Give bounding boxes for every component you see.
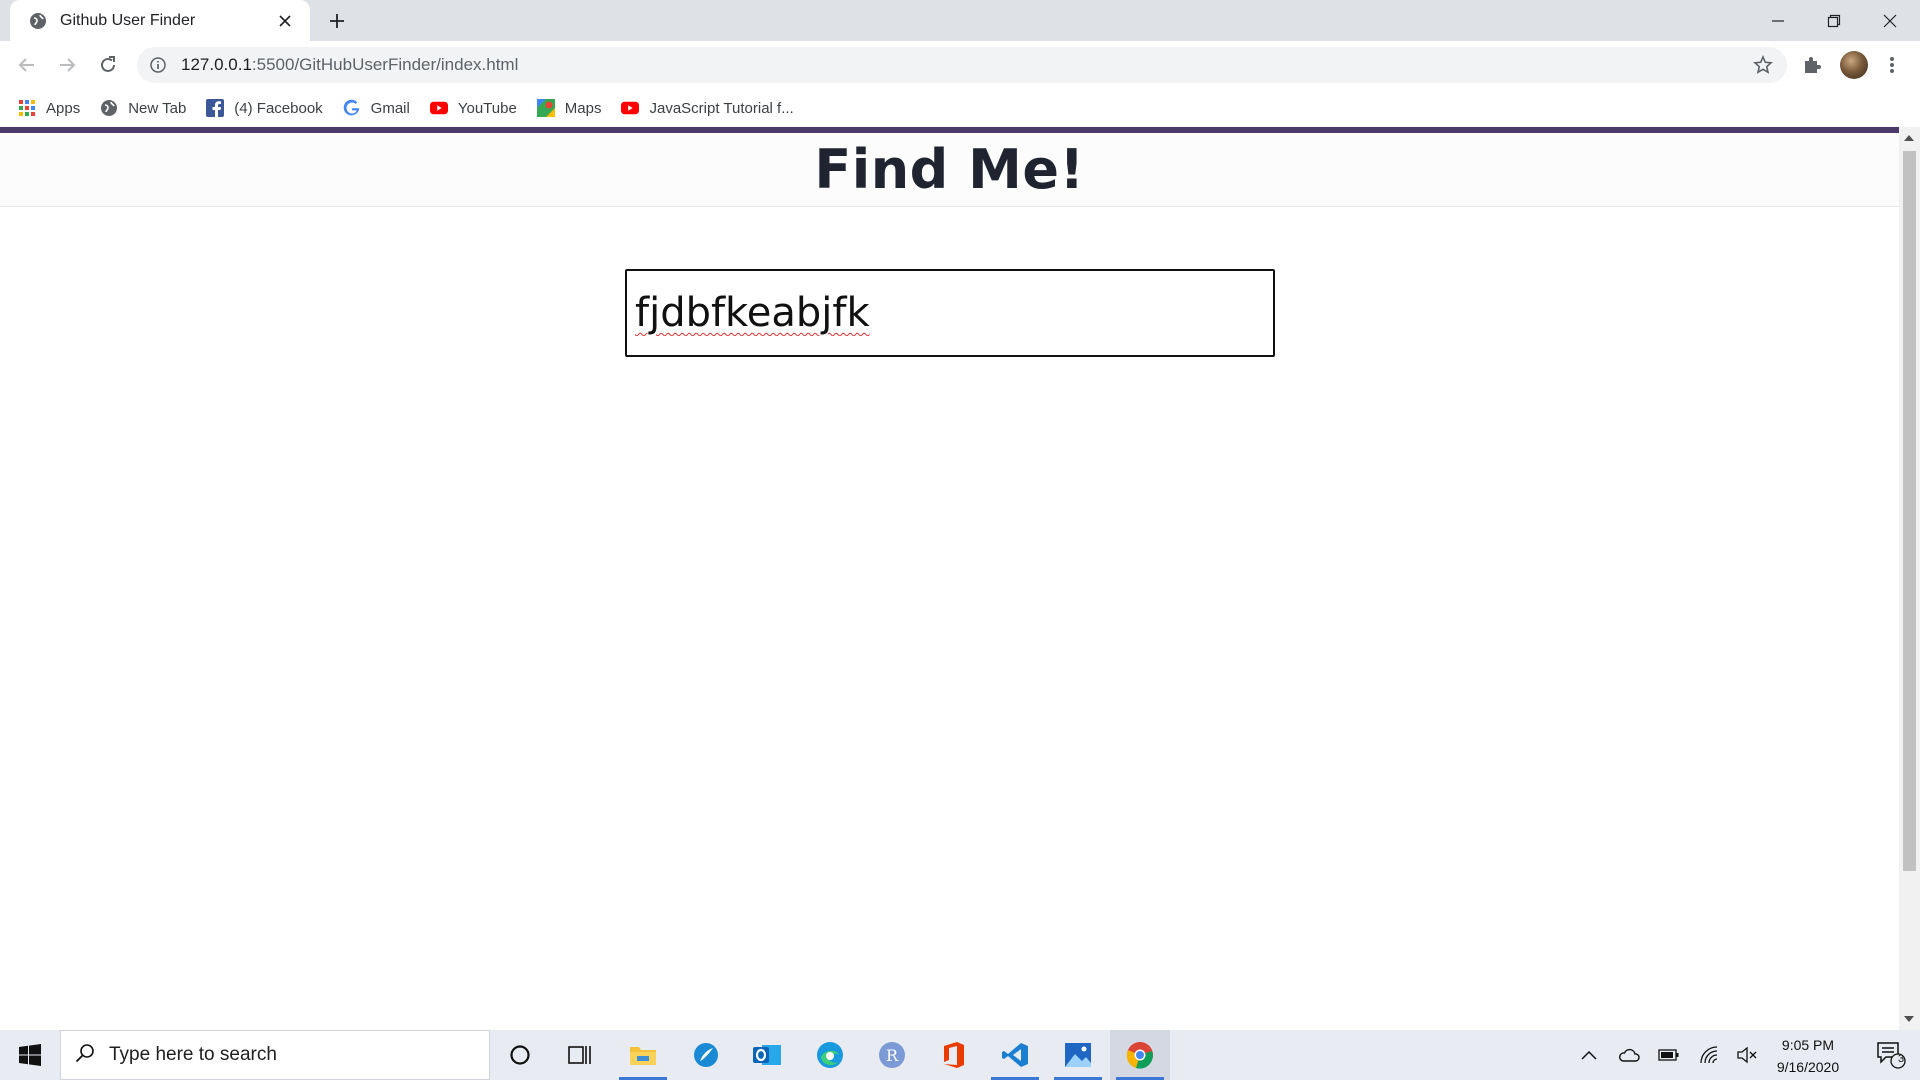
notification-count-badge: 3 — [1897, 1053, 1905, 1065]
bookmark-label: Gmail — [370, 99, 410, 117]
close-window-button[interactable] — [1862, 0, 1918, 41]
bookmark-label: JavaScript Tutorial f... — [649, 99, 794, 117]
onedrive-cloud-icon[interactable] — [1612, 1030, 1646, 1080]
globe-icon — [100, 99, 118, 117]
profile-avatar[interactable] — [1840, 51, 1868, 79]
tab-title: Github User Finder — [60, 11, 196, 29]
bookmark-maps[interactable]: Maps — [536, 99, 602, 117]
page-viewport: Find Me! — [0, 127, 1899, 1030]
bookmark-new-tab[interactable]: New Tab — [100, 99, 186, 117]
scrollbar-thumb[interactable] — [1903, 151, 1916, 871]
globe-icon — [28, 11, 48, 31]
bookmark-youtube[interactable]: YouTube — [429, 99, 517, 117]
cortana-circle-icon[interactable] — [490, 1030, 550, 1080]
page-header: Find Me! — [0, 133, 1899, 207]
task-view-icon[interactable] — [550, 1030, 610, 1080]
new-tab-button[interactable] — [325, 9, 349, 33]
clock-time: 9:05 PM — [1781, 1037, 1835, 1053]
bookmark-label: Maps — [564, 99, 602, 117]
info-icon[interactable] — [149, 56, 167, 74]
r-app-icon[interactable]: R — [862, 1030, 922, 1080]
scroll-down-arrow-icon[interactable] — [1904, 1016, 1914, 1022]
clock-date: 9/16/2020 — [1776, 1059, 1840, 1075]
photos-icon[interactable] — [1048, 1030, 1108, 1080]
bookmark-star-icon[interactable] — [1753, 54, 1773, 75]
scroll-up-arrow-icon[interactable] — [1904, 135, 1914, 141]
edge-browser-icon[interactable] — [800, 1030, 860, 1080]
office-icon[interactable] — [924, 1030, 984, 1080]
windows-taskbar: Type here to search R 9:05 PM 9/16/2020 … — [0, 1030, 1920, 1080]
restore-button[interactable] — [1806, 0, 1862, 41]
bookmark-label: Apps — [46, 99, 81, 117]
bookmark-javascript-tutorial[interactable]: JavaScript Tutorial f... — [621, 99, 794, 117]
apps-grid-icon — [18, 99, 36, 117]
browser-tab-active[interactable]: Github User Finder — [10, 0, 310, 41]
bookmark-apps[interactable]: Apps — [18, 99, 80, 117]
show-hidden-icons-chevron-icon[interactable] — [1572, 1030, 1606, 1080]
reload-icon[interactable] — [94, 51, 122, 79]
url-host: 127.0.0.1 — [181, 55, 252, 74]
maps-icon — [536, 99, 555, 117]
vscode-icon[interactable] — [985, 1030, 1045, 1080]
battery-icon[interactable] — [1652, 1030, 1686, 1080]
bookmark-label: YouTube — [457, 99, 517, 117]
minimize-button[interactable] — [1750, 0, 1806, 41]
extensions-puzzle-icon[interactable] — [1800, 53, 1824, 77]
google-g-icon — [343, 99, 361, 117]
url-text: 127.0.0.1:5500/GitHubUserFinder/index.ht… — [181, 55, 518, 75]
forward-arrow-icon[interactable] — [53, 51, 81, 79]
bookmark-gmail[interactable]: Gmail — [343, 99, 410, 117]
svg-text:R: R — [886, 1046, 899, 1065]
taskbar-search-placeholder: Type here to search — [109, 1044, 277, 1065]
taskbar-search-box[interactable]: Type here to search — [60, 1030, 490, 1080]
action-center-notification-icon[interactable]: 3 — [1862, 1030, 1920, 1080]
outlook-icon[interactable] — [737, 1030, 797, 1080]
page-title: Find Me! — [814, 138, 1085, 201]
bookmark-facebook[interactable]: (4) Facebook — [206, 99, 323, 117]
system-clock[interactable]: 9:05 PM 9/16/2020 — [1763, 1034, 1853, 1078]
search-icon — [75, 1043, 95, 1068]
close-tab-icon[interactable] — [274, 10, 296, 32]
tab-strip: Github User Finder — [0, 0, 1920, 41]
bookmark-label: New Tab — [128, 99, 187, 117]
facebook-icon — [206, 99, 225, 117]
menu-kebab-icon[interactable] — [1880, 53, 1904, 77]
feather-app-icon[interactable] — [676, 1030, 736, 1080]
page-scrollbar[interactable] — [1899, 127, 1920, 1030]
youtube-icon — [429, 99, 448, 117]
windows-start-icon[interactable] — [0, 1030, 60, 1080]
wifi-icon[interactable] — [1692, 1030, 1726, 1080]
username-search-input[interactable] — [625, 269, 1275, 357]
url-path: :5500/GitHubUserFinder/index.html — [251, 55, 519, 74]
address-bar[interactable]: 127.0.0.1:5500/GitHubUserFinder/index.ht… — [137, 47, 1787, 83]
browser-toolbar: 127.0.0.1:5500/GitHubUserFinder/index.ht… — [0, 41, 1920, 89]
volume-muted-icon[interactable] — [1730, 1030, 1764, 1080]
youtube-icon — [621, 99, 640, 117]
bookmark-label: (4) Facebook — [234, 99, 323, 117]
file-explorer-icon[interactable] — [613, 1030, 673, 1080]
chrome-icon[interactable] — [1110, 1030, 1170, 1080]
back-arrow-icon[interactable] — [13, 51, 41, 79]
bookmarks-bar: Apps New Tab (4) Facebook Gmail YouTube … — [0, 89, 1920, 127]
